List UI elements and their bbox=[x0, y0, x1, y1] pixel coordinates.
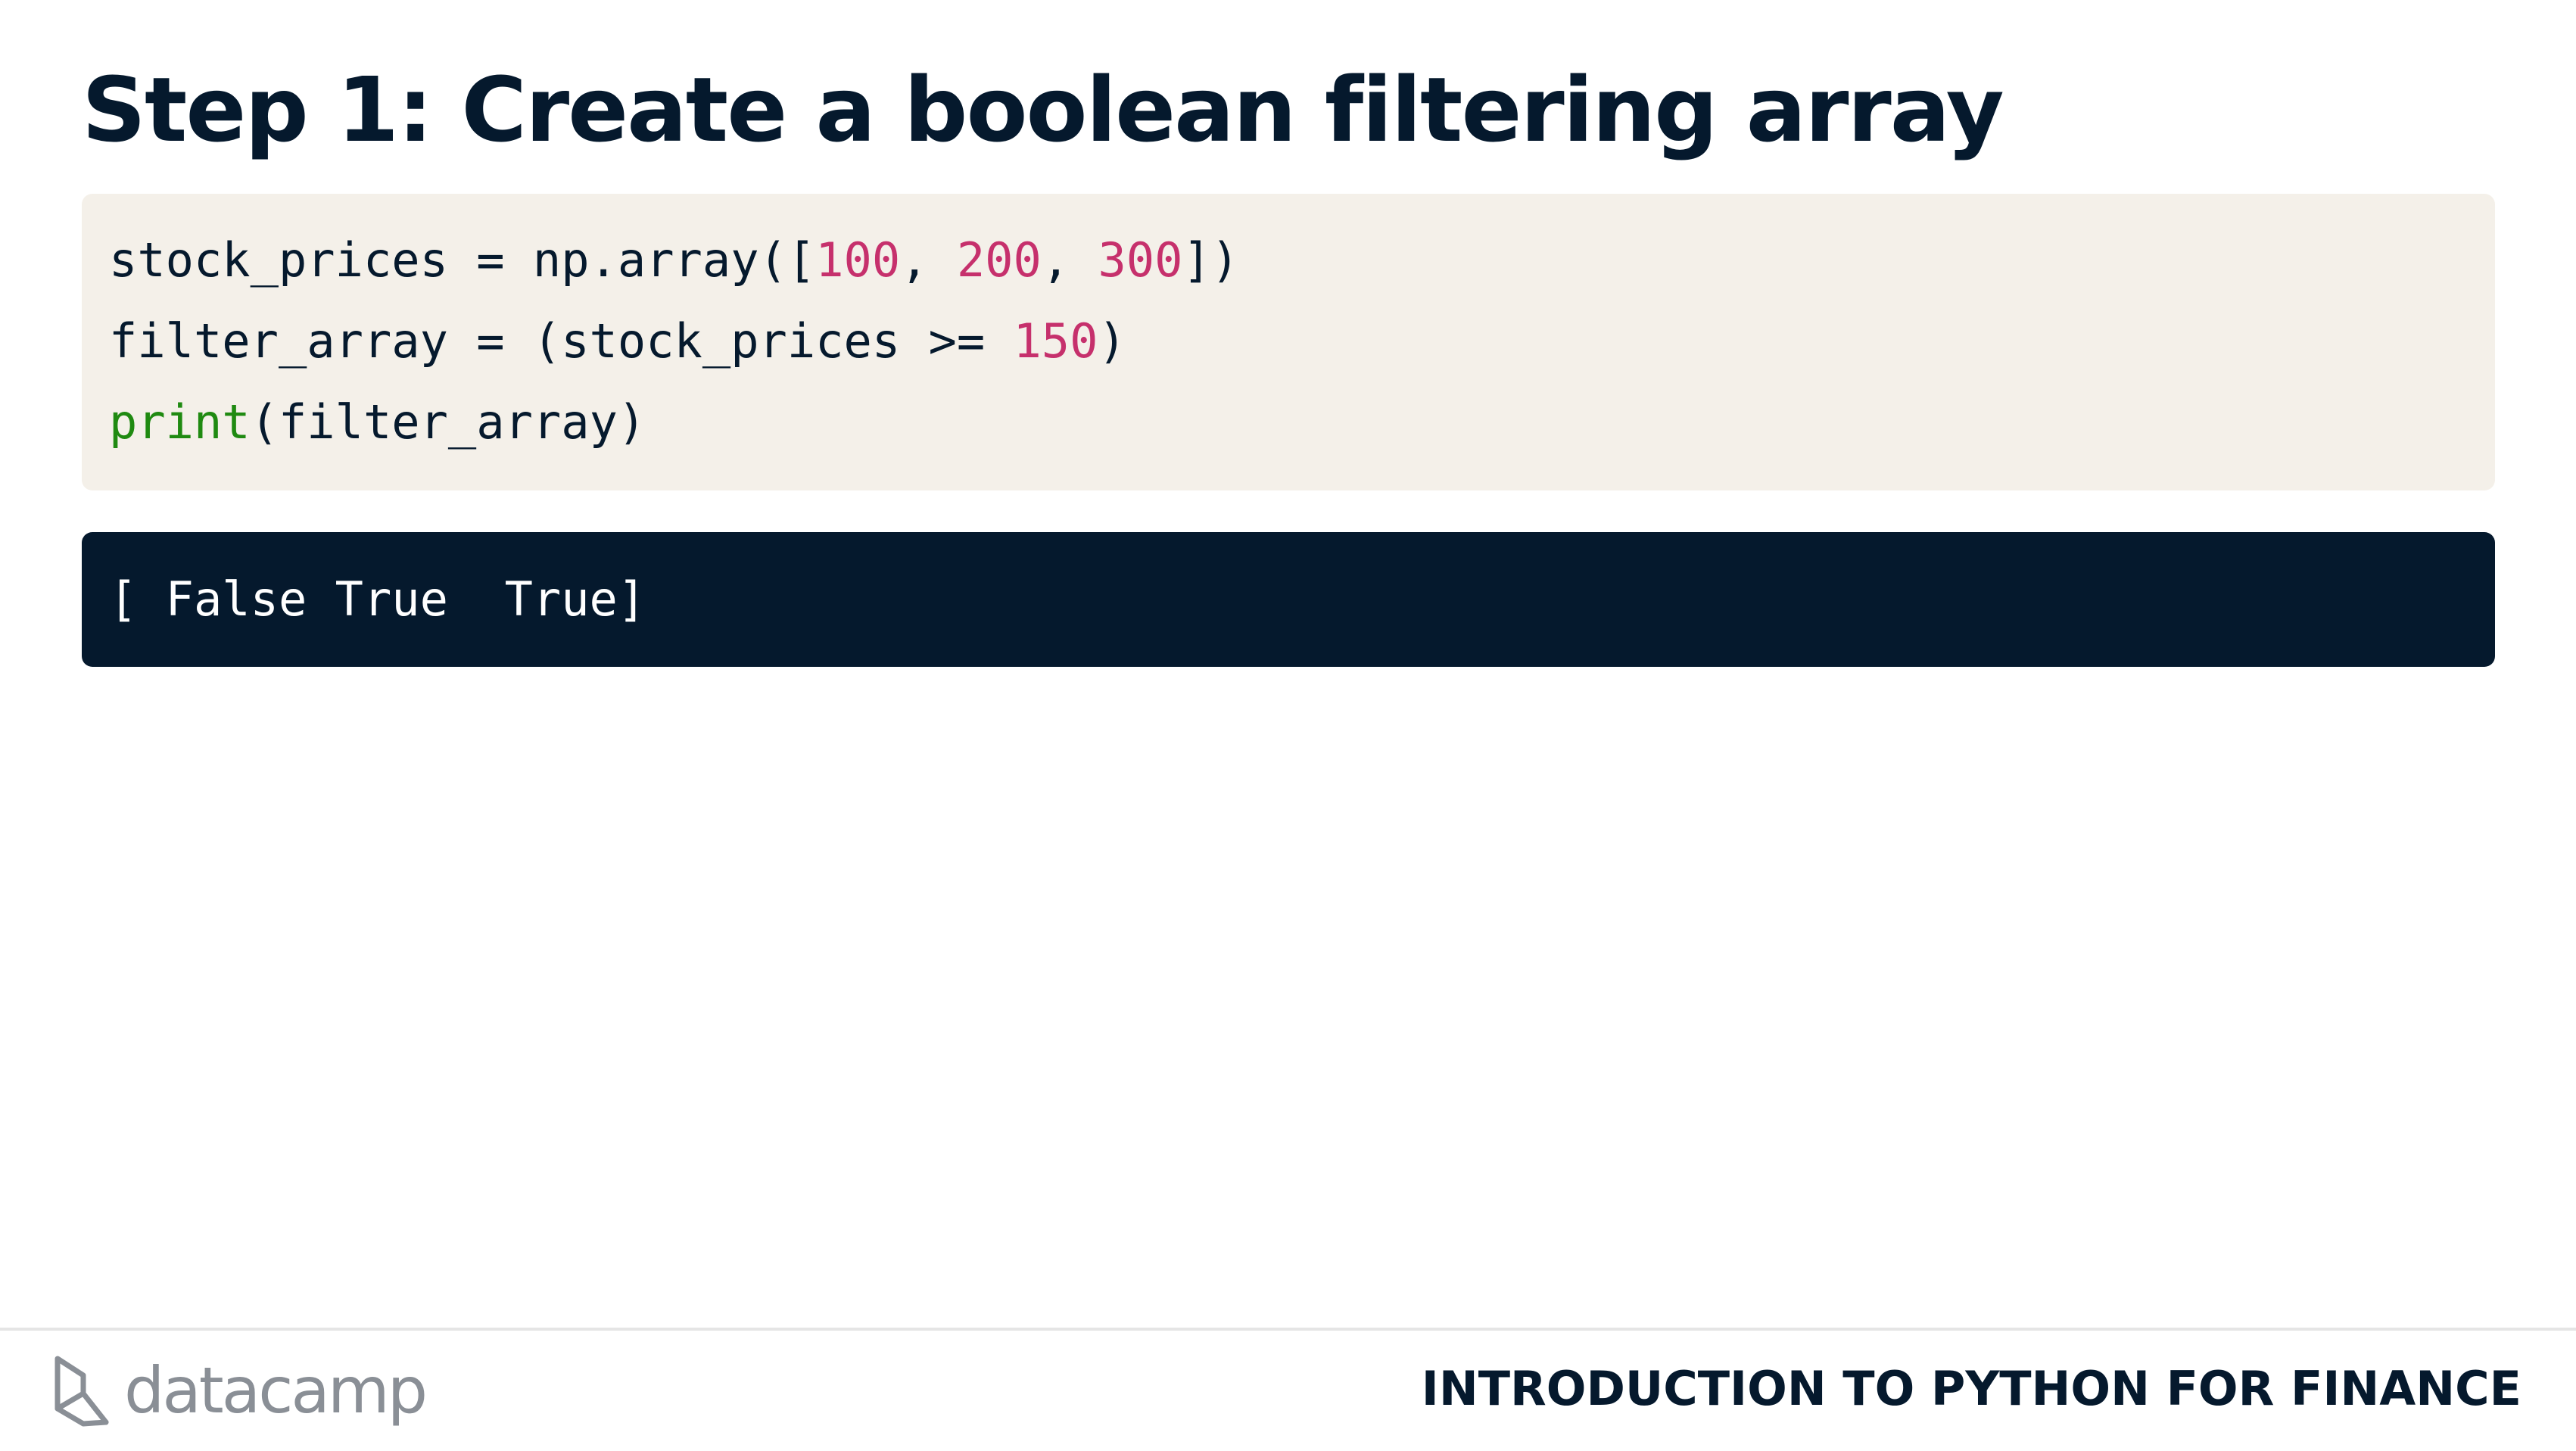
footer-divider bbox=[0, 1328, 2576, 1331]
datacamp-logo-icon bbox=[55, 1356, 109, 1427]
number-literal: 200 bbox=[956, 232, 1042, 288]
output-text: [ False True True] bbox=[109, 571, 646, 627]
datacamp-logo: datacamp bbox=[53, 1349, 428, 1432]
code-line-2: filter_array = (stock_prices >= 150) bbox=[109, 300, 2495, 381]
code-line-1: stock_prices = np.array([100, 200, 300]) bbox=[109, 220, 2495, 300]
builtin-function: print bbox=[109, 394, 251, 450]
number-literal: 150 bbox=[1013, 313, 1098, 369]
code-text: , bbox=[1041, 232, 1098, 288]
course-name: INTRODUCTION TO PYTHON FOR FINANCE bbox=[1421, 1361, 2521, 1416]
code-text: , bbox=[900, 232, 957, 288]
slide-title: Step 1: Create a boolean filtering array bbox=[82, 58, 2004, 162]
code-block: stock_prices = np.array([100, 200, 300])… bbox=[82, 194, 2495, 490]
code-text: ]) bbox=[1182, 232, 1240, 288]
code-text: stock_prices = np.array([ bbox=[109, 232, 816, 288]
code-text: filter_array = (stock_prices >= bbox=[109, 313, 1014, 369]
code-line-3: print(filter_array) bbox=[109, 381, 2495, 462]
logo-text: datacamp bbox=[124, 1353, 428, 1428]
code-text: (filter_array) bbox=[250, 394, 646, 450]
code-text: ) bbox=[1098, 313, 1126, 369]
number-literal: 100 bbox=[815, 232, 901, 288]
output-block: [ False True True] bbox=[82, 532, 2495, 667]
number-literal: 300 bbox=[1098, 232, 1183, 288]
